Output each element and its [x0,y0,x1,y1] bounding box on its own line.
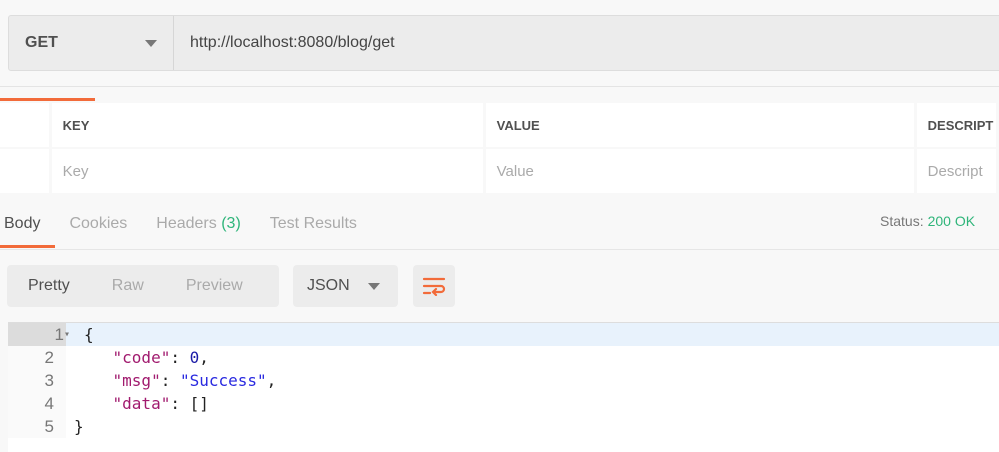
status-value: 200 OK [927,213,976,229]
tab-label: Headers [156,215,217,232]
format-select[interactable]: JSON [293,265,398,307]
line-number: 5 [8,415,66,438]
url-input[interactable]: http://localhost:8080/blog/get [174,16,395,70]
line-number: 2 [8,346,66,369]
response-status: Status: 200 OK [880,213,975,229]
description-input[interactable]: Descript [916,149,996,193]
response-body-editor[interactable]: 1 ▾{2 "code": 0, 3 "msg": "Success", 4 "da… [8,322,999,452]
tab-headers[interactable]: Headers (3) [152,212,245,233]
code-text: "msg": "Success", [66,369,277,392]
code-token: : [] [170,394,209,413]
header-key: KEY [51,103,483,147]
tab-label: Body [4,215,41,232]
checkbox-column [0,103,49,147]
code-text: } [66,415,84,438]
code-text: "code": 0, [66,346,209,369]
url-bar: GET http://localhost:8080/blog/get [8,15,999,71]
code-token: : [170,348,190,367]
code-line: 1 ▾ { [8,323,999,346]
table-header: KEY VALUE DESCRIPT [0,103,999,147]
value-input[interactable]: Value [485,149,914,193]
divider [0,86,999,87]
headers-count: (3) [221,215,241,232]
code-token: , [266,371,277,390]
code-text: { [76,323,94,346]
preview-button[interactable]: Preview [186,277,243,295]
method-select[interactable]: GET [9,16,174,70]
chevron-down-icon [367,282,380,290]
raw-button[interactable]: Raw [112,277,144,295]
format-label: JSON [307,277,350,294]
wrap-lines-button[interactable] [413,265,455,307]
code-token: , [199,348,209,367]
line-number: 4 [8,392,66,415]
line-number: 1 [8,323,66,346]
status-label: Status: [880,213,924,229]
code-token: "data" [112,394,171,413]
code-line: 3 "msg": "Success", [8,369,999,392]
active-tab-indicator [0,98,95,101]
tab-cookies[interactable]: Cookies [65,212,131,233]
code-token: : [160,371,180,390]
code-token: "msg" [112,371,161,390]
key-input[interactable]: Key [51,149,483,193]
chevron-down-icon [145,40,157,47]
code-token: 0 [189,348,200,367]
code-line: 4 "data": [] [8,392,999,415]
code-text: "data": [] [66,392,209,415]
tab-label: Test Results [269,215,357,232]
pretty-button[interactable]: Pretty [28,277,70,295]
divider [0,249,999,250]
table-row: Key Value Descript [0,149,999,193]
header-value: VALUE [485,103,914,147]
line-number: 3 [8,369,66,392]
tab-body[interactable]: Body [0,212,44,233]
wrap-icon [422,277,446,296]
code-token: } [74,417,84,436]
code-token: "Success" [179,371,267,390]
tab-label: Cookies [69,215,128,232]
code-line: 2 "code": 0, [8,346,999,369]
view-mode-group: Pretty Raw Preview [7,265,279,307]
method-label: GET [25,34,58,51]
response-tabs: Body Cookies Headers (3) Test Results [0,212,382,233]
fold-icon[interactable]: ▾ [64,323,76,346]
row-checkbox[interactable] [0,149,49,193]
header-description: DESCRIPT [916,103,996,147]
code-token: { [84,325,94,344]
code-token: "code" [112,348,171,367]
code-line: 5} [8,415,999,438]
active-tab-indicator [0,245,55,248]
tab-test-results[interactable]: Test Results [266,212,361,233]
params-table: KEY VALUE DESCRIPT Key Value Descript [0,103,999,195]
